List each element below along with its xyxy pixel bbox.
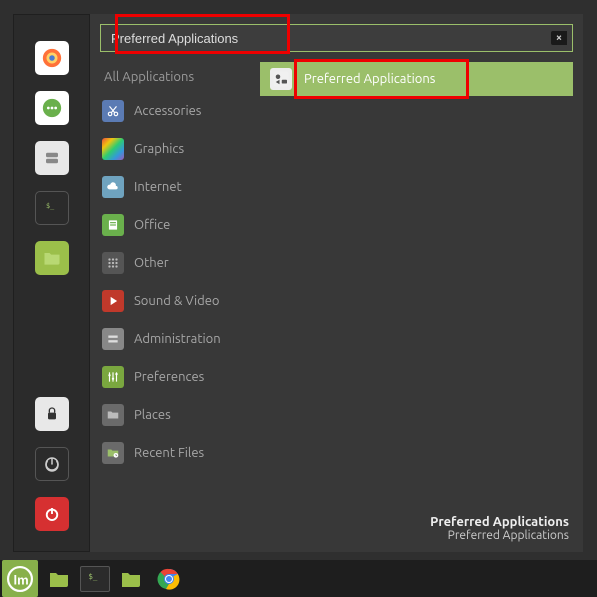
grid-icon — [102, 252, 124, 274]
category-places[interactable]: Places — [98, 396, 260, 434]
svg-text:$_: $_ — [88, 572, 98, 581]
category-preferences[interactable]: Preferences — [98, 358, 260, 396]
category-other[interactable]: Other — [98, 244, 260, 282]
categories-column: All Applications Accessories Graphics In… — [90, 62, 260, 552]
cloud-icon — [102, 176, 124, 198]
taskbar-files-icon[interactable] — [42, 564, 76, 594]
taskbar-terminal-icon[interactable]: $_ — [80, 566, 110, 592]
results-column: Preferred Applications — [260, 62, 583, 552]
category-label: Office — [134, 218, 170, 232]
category-recent-files[interactable]: Recent Files — [98, 434, 260, 472]
application-menu: $_ All Applications — [13, 14, 583, 552]
description-title: Preferred Applications — [430, 515, 569, 529]
logout-icon[interactable] — [35, 447, 69, 481]
software-manager-icon[interactable] — [35, 141, 69, 175]
category-label: Graphics — [134, 142, 184, 156]
category-label: Administration — [134, 332, 221, 346]
shutdown-icon[interactable] — [35, 497, 69, 531]
description-subtitle: Preferred Applications — [430, 529, 569, 542]
taskbar-files2-icon[interactable] — [114, 564, 148, 594]
description-area: Preferred Applications Preferred Applica… — [430, 515, 569, 542]
rainbow-icon — [102, 138, 124, 160]
svg-text:$_: $_ — [46, 202, 55, 210]
admin-icon — [102, 328, 124, 350]
prefs-icon — [102, 366, 124, 388]
terminal-icon[interactable]: $_ — [35, 191, 69, 225]
taskbar: lm $_ — [0, 560, 597, 597]
category-label: Internet — [134, 180, 182, 194]
category-graphics[interactable]: Graphics — [98, 130, 260, 168]
menu-main-area: All Applications Accessories Graphics In… — [90, 14, 583, 552]
search-input[interactable] — [100, 24, 573, 52]
category-label: All Applications — [104, 70, 194, 84]
category-label: Other — [134, 256, 169, 270]
result-preferred-applications[interactable]: Preferred Applications — [260, 62, 573, 96]
recent-icon — [102, 442, 124, 464]
lock-icon[interactable] — [35, 397, 69, 431]
book-icon — [102, 214, 124, 236]
chat-icon[interactable] — [35, 91, 69, 125]
category-sound-video[interactable]: Sound & Video — [98, 282, 260, 320]
taskbar-chrome-icon[interactable] — [152, 564, 186, 594]
category-accessories[interactable]: Accessories — [98, 92, 260, 130]
folder-icon — [102, 404, 124, 426]
result-label: Preferred Applications — [304, 72, 435, 86]
category-label: Accessories — [134, 104, 201, 118]
search-wrap — [100, 24, 573, 52]
favorites-column: $_ — [13, 14, 90, 552]
category-label: Preferences — [134, 370, 204, 384]
category-label: Sound & Video — [134, 294, 220, 308]
firefox-icon[interactable] — [35, 41, 69, 75]
category-internet[interactable]: Internet — [98, 168, 260, 206]
clear-search-icon[interactable] — [551, 31, 567, 45]
category-label: Recent Files — [134, 446, 204, 460]
category-label: Places — [134, 408, 171, 422]
play-icon — [102, 290, 124, 312]
category-administration[interactable]: Administration — [98, 320, 260, 358]
preferred-apps-icon — [270, 68, 292, 90]
files-icon[interactable] — [35, 241, 69, 275]
scissors-icon — [102, 100, 124, 122]
mint-menu-icon[interactable]: lm — [2, 560, 38, 597]
svg-text:lm: lm — [14, 572, 29, 587]
category-all-applications[interactable]: All Applications — [98, 62, 260, 92]
category-office[interactable]: Office — [98, 206, 260, 244]
